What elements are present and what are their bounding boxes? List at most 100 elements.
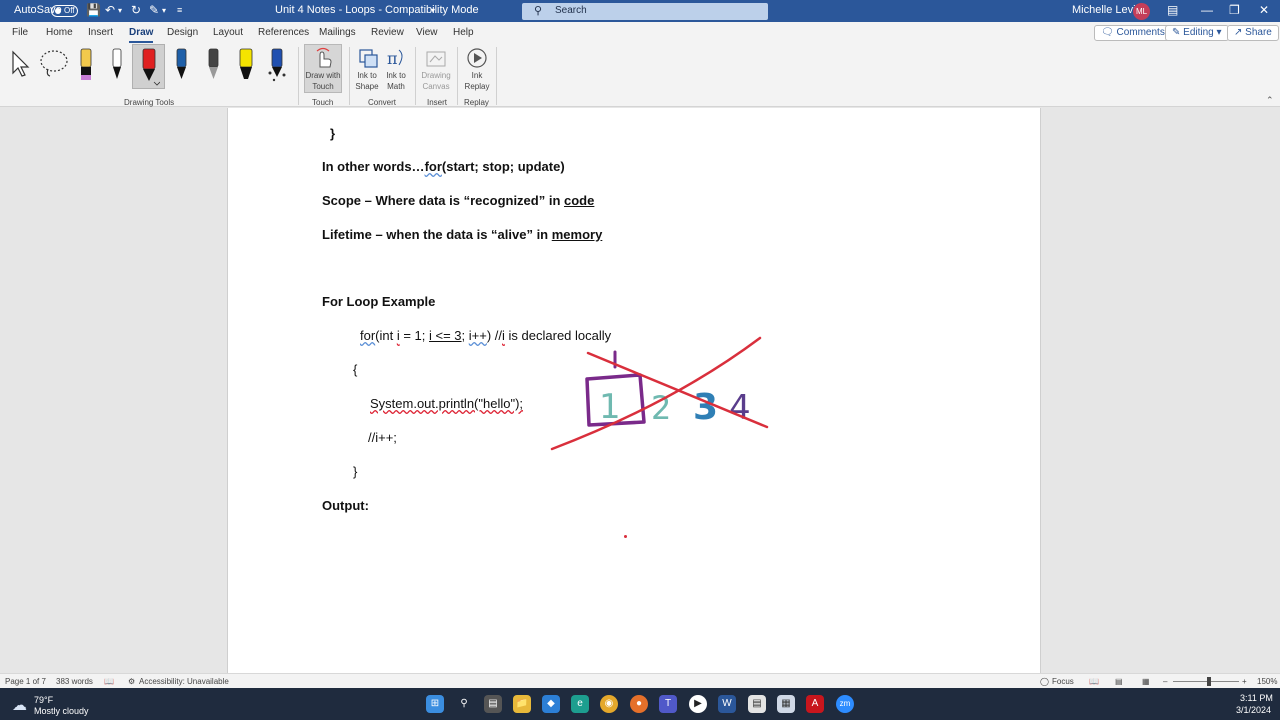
undo-icon[interactable]: ↶ xyxy=(105,3,115,17)
code-paren: ) // xyxy=(486,328,503,343)
draw-mode-dropdown-icon[interactable]: ▾ xyxy=(162,6,166,15)
chrome-icon[interactable]: ◉ xyxy=(600,695,618,713)
code-eq: = 1; xyxy=(399,328,430,343)
accessibility-status[interactable]: Accessibility: Unavailable xyxy=(139,677,229,686)
tab-home[interactable]: Home xyxy=(46,27,73,38)
doc-app-icon[interactable]: ▦ xyxy=(777,695,795,713)
group-drawing-tools: Drawing Tools xyxy=(124,98,175,107)
task-view-icon[interactable]: ▤ xyxy=(484,695,502,713)
tab-mailings[interactable]: Mailings xyxy=(319,27,356,38)
ink-to-math-icon[interactable]: π xyxy=(385,47,407,69)
start-icon[interactable]: ⊞ xyxy=(426,695,444,713)
draw-mode-icon[interactable]: ✎ xyxy=(149,3,159,17)
pencil-gray-icon[interactable] xyxy=(203,47,223,83)
teams-icon[interactable]: T xyxy=(659,695,677,713)
lasso-select-icon[interactable] xyxy=(38,49,70,79)
tab-draw[interactable]: Draw xyxy=(129,27,154,43)
print-layout-icon[interactable]: ▤ xyxy=(1115,677,1123,686)
media-app-icon[interactable]: ▶ xyxy=(689,695,707,713)
ribbon-display-icon[interactable]: ▤ xyxy=(1167,3,1178,17)
word-icon[interactable]: W xyxy=(718,695,736,713)
group-convert: Convert xyxy=(368,98,397,107)
focus-button[interactable]: Focus xyxy=(1052,677,1074,686)
editing-button[interactable]: ✎ Editing ▾ xyxy=(1165,25,1229,41)
zoom-out-icon[interactable]: – xyxy=(1163,677,1167,686)
file-explorer-icon[interactable]: 📁 xyxy=(513,695,531,713)
ink-to-shape-icon[interactable] xyxy=(357,47,379,69)
separator xyxy=(415,47,416,105)
zoom-slider[interactable] xyxy=(1173,681,1239,682)
drawing-canvas-label-2: Canvas xyxy=(422,82,450,91)
pen-black-icon[interactable] xyxy=(107,47,127,83)
page-count[interactable]: Page 1 of 7 xyxy=(5,677,46,686)
ink-number-3: 3 xyxy=(693,387,718,428)
lifetime-line: Lifetime – when the data is “alive” in m… xyxy=(322,227,602,242)
zoom-slider-thumb[interactable] xyxy=(1207,677,1211,686)
tab-view[interactable]: View xyxy=(416,27,438,38)
comments-button[interactable]: 🗨 Comments xyxy=(1094,25,1172,41)
document-title[interactable]: Unit 4 Notes - Loops - Compatibility Mod… xyxy=(275,4,479,16)
ribbon-tabs: File Home Insert Draw Design Layout Refe… xyxy=(0,22,1280,43)
weather-cloud-icon[interactable]: ☁ xyxy=(12,696,27,714)
ink-replay-label-1: Ink xyxy=(471,71,483,80)
restore-icon[interactable]: ❐ xyxy=(1229,3,1240,17)
weather-temp[interactable]: 79°F xyxy=(34,695,53,705)
minimize-icon[interactable]: — xyxy=(1201,3,1213,17)
pen-yellow-icon[interactable] xyxy=(76,47,96,83)
ink-to-shape-label-1: Ink to xyxy=(357,71,377,80)
clock-date[interactable]: 3/1/2024 xyxy=(1236,705,1271,715)
title-chevron-icon[interactable]: ▾ xyxy=(431,6,435,15)
redo-icon[interactable]: ↻ xyxy=(131,3,141,17)
collapse-ribbon-icon[interactable]: ⌃ xyxy=(1266,95,1274,106)
ink-replay-label-2: Replay xyxy=(464,82,490,91)
tab-review[interactable]: Review xyxy=(371,27,404,38)
zoom-in-icon[interactable]: + xyxy=(1242,677,1247,686)
ink-to-math-label-1: Ink to xyxy=(386,71,406,80)
tab-file[interactable]: File xyxy=(12,27,28,38)
zoom-level[interactable]: 150% xyxy=(1257,677,1277,686)
ink-number-2: 2 xyxy=(651,389,671,427)
tab-layout[interactable]: Layout xyxy=(213,27,243,38)
weather-desc[interactable]: Mostly cloudy xyxy=(34,706,89,716)
autosave-toggle[interactable]: Off xyxy=(51,5,78,17)
avatar[interactable]: ML xyxy=(1133,3,1150,20)
tab-help[interactable]: Help xyxy=(453,27,474,38)
customize-toolbar-icon[interactable]: ≡ xyxy=(177,5,182,15)
share-button[interactable]: ↗ Share xyxy=(1227,25,1279,41)
word-count[interactable]: 383 words xyxy=(56,677,93,686)
drawing-canvas-icon xyxy=(426,51,446,67)
firefox-icon[interactable]: ● xyxy=(630,695,648,713)
select-cursor-icon[interactable] xyxy=(10,49,32,79)
draw-with-touch-icon xyxy=(316,47,332,68)
clock-time[interactable]: 3:11 PM xyxy=(1240,693,1273,703)
acrobat-icon[interactable]: A xyxy=(806,695,824,713)
tab-references[interactable]: References xyxy=(258,27,309,38)
in-other-words-rest: (start; stop; update) xyxy=(441,159,565,174)
save-icon[interactable]: 💾 xyxy=(86,3,101,17)
notes-app-icon[interactable]: ▤ xyxy=(748,695,766,713)
pen-red-icon[interactable] xyxy=(138,47,160,87)
pen-blue-icon[interactable] xyxy=(171,47,191,83)
app-blue-icon[interactable]: ◆ xyxy=(542,695,560,713)
search-taskbar-icon[interactable]: ⚲ xyxy=(455,695,473,713)
separator xyxy=(496,47,497,105)
edge-icon[interactable]: e xyxy=(571,695,589,713)
tab-insert[interactable]: Insert xyxy=(88,27,113,38)
accessibility-icon: ⚙ xyxy=(128,677,136,686)
ink-replay-icon[interactable] xyxy=(466,47,488,69)
zoom-app-icon[interactable]: zm xyxy=(836,695,854,713)
document-page[interactable]: } In other words…for(start; stop; update… xyxy=(227,108,1041,673)
search-box[interactable]: ⚲ Search xyxy=(522,3,768,20)
code-inc: i++ xyxy=(468,328,487,343)
undo-dropdown-icon[interactable]: ▾ xyxy=(118,6,122,15)
action-pen-icon[interactable] xyxy=(266,47,288,83)
proofing-icon[interactable]: 📖 xyxy=(104,677,114,686)
close-icon[interactable]: ✕ xyxy=(1259,3,1269,17)
title-bar: AutoSave Off 💾 ↶ ▾ ↻ ✎ ▾ ≡ Unit 4 Notes … xyxy=(0,0,1280,22)
separator xyxy=(298,47,299,105)
read-mode-icon[interactable]: 📖 xyxy=(1089,677,1099,686)
tab-design[interactable]: Design xyxy=(167,27,198,38)
group-touch: Touch xyxy=(312,98,334,107)
web-layout-icon[interactable]: ▦ xyxy=(1142,677,1150,686)
highlighter-yellow-icon[interactable] xyxy=(235,47,257,83)
